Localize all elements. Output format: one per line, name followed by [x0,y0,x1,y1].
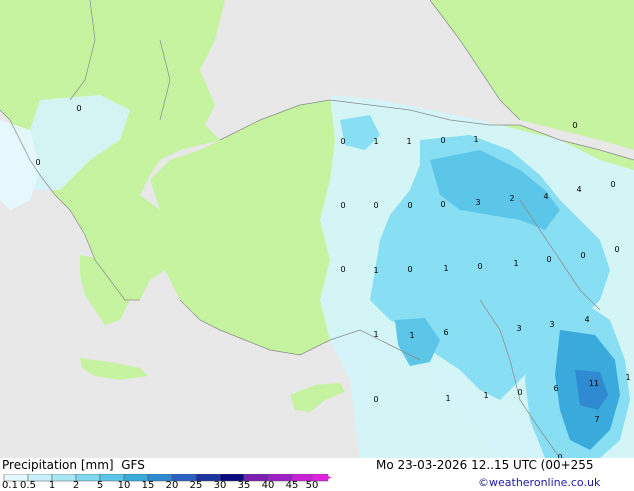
value-label: 1 [473,135,478,144]
value-label: 0 [340,265,345,274]
value-label: 0 [340,201,345,210]
value-label: 3 [516,324,521,333]
value-label: 2 [509,194,514,203]
legend-tick: 2 [72,480,80,491]
legend-tick: 25 [189,480,203,491]
value-label: 0 [517,388,522,397]
legend-tick: 45 [285,480,299,491]
precipitation-map[interactable]: 000 1 1 0 100 0 0 0 3 2 4400 1 0 1 0 1 0 001 1 6 3 3410 1 1 0 611… [0,0,634,458]
legend-tick-labels: 0.1 0.5 1 2 5 10 15 20 25 30 35 40 45 50 [0,480,334,491]
value-label: 11 [589,379,599,388]
legend-tick: 10 [117,480,131,491]
value-label: 0 [373,201,378,210]
valid-datetime: Mo 23-03-2026 12..15 UTC (00+255 [376,458,594,472]
value-label: 1 [373,330,378,339]
value-label: 4 [543,192,548,201]
value-label: 0 [614,245,619,254]
value-label: 4 [584,315,589,324]
value-label: 0 [340,137,345,146]
value-label: 0 [440,136,445,145]
value-label: 6 [553,384,558,393]
value-label: 7 [594,415,599,424]
value-label: 1 [373,137,378,146]
value-label: 4 [576,185,581,194]
value-label: 0 [440,200,445,209]
legend-tick: 15 [141,480,155,491]
legend-tick: 5 [96,480,104,491]
site-credit[interactable]: ©weatheronline.co.uk [478,476,600,489]
legend-tick: 20 [165,480,179,491]
value-label: 1 [409,331,414,340]
value-label: 1 [625,373,630,382]
legend-tick: 50 [305,480,319,491]
value-label: 3 [549,320,554,329]
value-label: 0 [35,158,40,167]
value-label: 1 [373,266,378,275]
value-label: 0 [572,121,577,130]
legend-tick: 40 [261,480,275,491]
value-label: 1 [445,394,450,403]
legend-tick: 1 [48,480,56,491]
value-label: 3 [475,198,480,207]
legend-tick: 0.1 [2,480,18,491]
value-label: 1 [513,259,518,268]
value-label: 1 [406,137,411,146]
value-label: 0 [610,180,615,189]
legend-tick: 0.5 [20,480,36,491]
value-label: 0 [76,104,81,113]
model-name: GFS [121,458,145,472]
value-label: 0 [407,201,412,210]
value-label: 0 [373,395,378,404]
value-label: 0 [546,255,551,264]
value-label: 0 [580,251,585,260]
product-title: Precipitation [mm] GFS [2,458,145,472]
legend-tick: 30 [213,480,227,491]
footer: Precipitation [mm] GFS Mo 23-03-2026 12.… [0,458,634,491]
value-label: 0 [477,262,482,271]
value-label: 6 [443,328,448,337]
value-label: 0 [407,265,412,274]
value-label: 1 [483,391,488,400]
value-label: 1 [443,264,448,273]
legend-tick: 35 [237,480,251,491]
